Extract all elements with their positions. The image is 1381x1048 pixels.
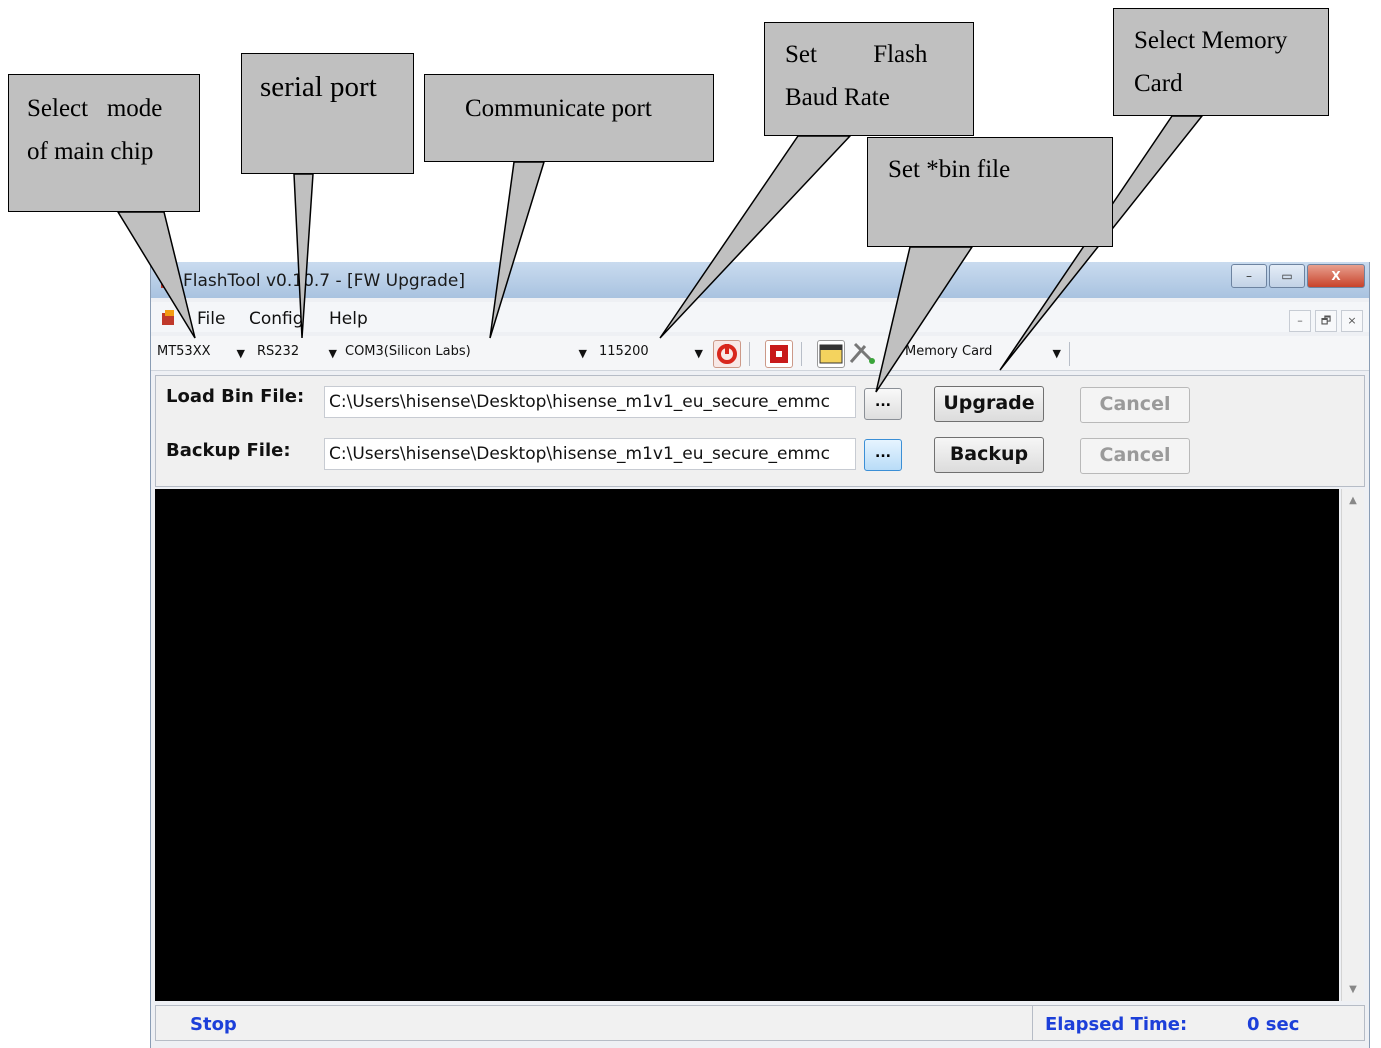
backup-button[interactable]: Backup xyxy=(934,437,1044,473)
menu-bar: File Config Help – 🗗 × xyxy=(151,302,1369,332)
memory-card-value: Memory Card xyxy=(905,344,993,359)
scroll-up-icon[interactable]: ▲ xyxy=(1342,495,1364,506)
toolbar-separator xyxy=(1069,342,1070,366)
tools-icon xyxy=(849,342,875,364)
chevron-down-icon: ▼ xyxy=(328,347,337,360)
baud-rate-select[interactable]: 115200 ▼ xyxy=(599,344,705,364)
serial-port-select[interactable]: RS232 ▼ xyxy=(257,344,339,364)
backup-browse-button[interactable]: ... xyxy=(864,439,902,471)
chevron-down-icon: ▼ xyxy=(694,347,703,360)
chevron-down-icon: ▼ xyxy=(1052,347,1061,360)
toolbar-separator xyxy=(749,342,750,366)
elapsed-time-box: Elapsed Time: 0 sec xyxy=(1032,1006,1363,1040)
stop-icon xyxy=(770,345,788,363)
settings-icon xyxy=(819,344,843,364)
callout-communicate-port-text: Communicate port xyxy=(465,95,652,122)
upgrade-button[interactable]: Upgrade xyxy=(934,386,1044,422)
stop-button[interactable] xyxy=(765,340,793,368)
menu-file[interactable]: File xyxy=(197,309,225,329)
close-button[interactable]: X xyxy=(1307,264,1365,288)
callout-bin-file: Set *bin file xyxy=(867,137,1113,247)
chevron-down-icon: ▼ xyxy=(236,347,245,360)
elapsed-time-value: 0 sec xyxy=(1247,1014,1300,1035)
load-bin-input[interactable]: C:\Users\hisense\Desktop\hisense_m1v1_eu… xyxy=(324,386,856,418)
chip-mode-select[interactable]: MT53XX ▼ xyxy=(157,344,247,364)
minimize-button[interactable]: – xyxy=(1231,264,1267,288)
scroll-down-icon[interactable]: ▼ xyxy=(1342,984,1364,995)
maximize-button[interactable]: ▭ xyxy=(1269,264,1305,288)
upgrade-cancel-button[interactable]: Cancel xyxy=(1080,387,1190,423)
chevron-down-icon: ▼ xyxy=(578,347,587,360)
com-port-select[interactable]: COM3(Silicon Labs) ▼ xyxy=(345,344,589,364)
memory-card-select[interactable]: Memory Card ▼ xyxy=(905,344,1063,364)
elapsed-time-label: Elapsed Time: xyxy=(1045,1014,1188,1035)
callout-select-mode: Select mode of main chip xyxy=(8,74,200,212)
mdi-minimize-button[interactable]: – xyxy=(1289,310,1311,332)
connect-button[interactable] xyxy=(713,340,741,368)
load-bin-browse-button[interactable]: ... xyxy=(864,388,902,420)
mdi-close-button[interactable]: × xyxy=(1341,310,1363,332)
callout-select-mode-line1: Select mode xyxy=(27,95,163,122)
callout-select-mode-line2: of main chip xyxy=(27,138,154,165)
baud-rate-value: 115200 xyxy=(599,344,649,359)
console-scrollbar[interactable]: ▲ ▼ xyxy=(1341,489,1364,1001)
title-bar[interactable]: FlashTool v0.10.7 - [FW Upgrade] – ▭ X xyxy=(151,262,1369,298)
callout-serial-port: serial port xyxy=(241,53,414,174)
mdi-restore-button[interactable]: 🗗 xyxy=(1315,310,1337,332)
chip-mode-value: MT53XX xyxy=(157,344,211,359)
file-panel: Load Bin File: C:\Users\hisense\Desktop\… xyxy=(155,375,1365,487)
callout-communicate-port: Communicate port xyxy=(424,74,714,162)
com-port-value: COM3(Silicon Labs) xyxy=(345,344,471,359)
callout-memory-card: Select Memory Card xyxy=(1113,8,1329,116)
menu-help[interactable]: Help xyxy=(329,309,368,329)
flashtool-window: FlashTool v0.10.7 - [FW Upgrade] – ▭ X F… xyxy=(150,262,1370,1048)
backup-file-label: Backup File: xyxy=(166,440,291,461)
log-console[interactable] xyxy=(155,489,1339,1001)
connect-icon xyxy=(717,344,737,364)
app-icon xyxy=(161,273,173,288)
status-bar: Stop Elapsed Time: 0 sec xyxy=(155,1005,1365,1041)
window-title: FlashTool v0.10.7 - [FW Upgrade] xyxy=(183,271,465,291)
settings-button[interactable] xyxy=(817,340,845,368)
backup-file-input[interactable]: C:\Users\hisense\Desktop\hisense_m1v1_eu… xyxy=(324,438,856,470)
callout-flash-baud-line2: Baud Rate xyxy=(785,84,890,111)
toolbar: MT53XX ▼ RS232 ▼ COM3(Silicon Labs) ▼ 11… xyxy=(151,336,1369,371)
menu-config[interactable]: Config xyxy=(249,309,304,329)
status-state: Stop xyxy=(190,1014,237,1035)
callout-memory-card-line2: Card xyxy=(1134,70,1183,97)
tools-button[interactable] xyxy=(847,340,875,366)
callout-bin-file-text: Set *bin file xyxy=(888,156,1011,183)
toolbar-separator xyxy=(801,342,802,366)
serial-port-value: RS232 xyxy=(257,344,300,359)
document-icon xyxy=(162,310,174,325)
load-bin-label: Load Bin File: xyxy=(166,386,305,407)
backup-cancel-button[interactable]: Cancel xyxy=(1080,438,1190,474)
callout-flash-baud: Set Flash Baud Rate xyxy=(764,22,974,136)
callout-serial-port-text: serial port xyxy=(260,71,377,103)
callout-memory-card-line1: Select Memory xyxy=(1134,27,1288,54)
callout-flash-baud-line1: Set Flash xyxy=(785,41,928,68)
